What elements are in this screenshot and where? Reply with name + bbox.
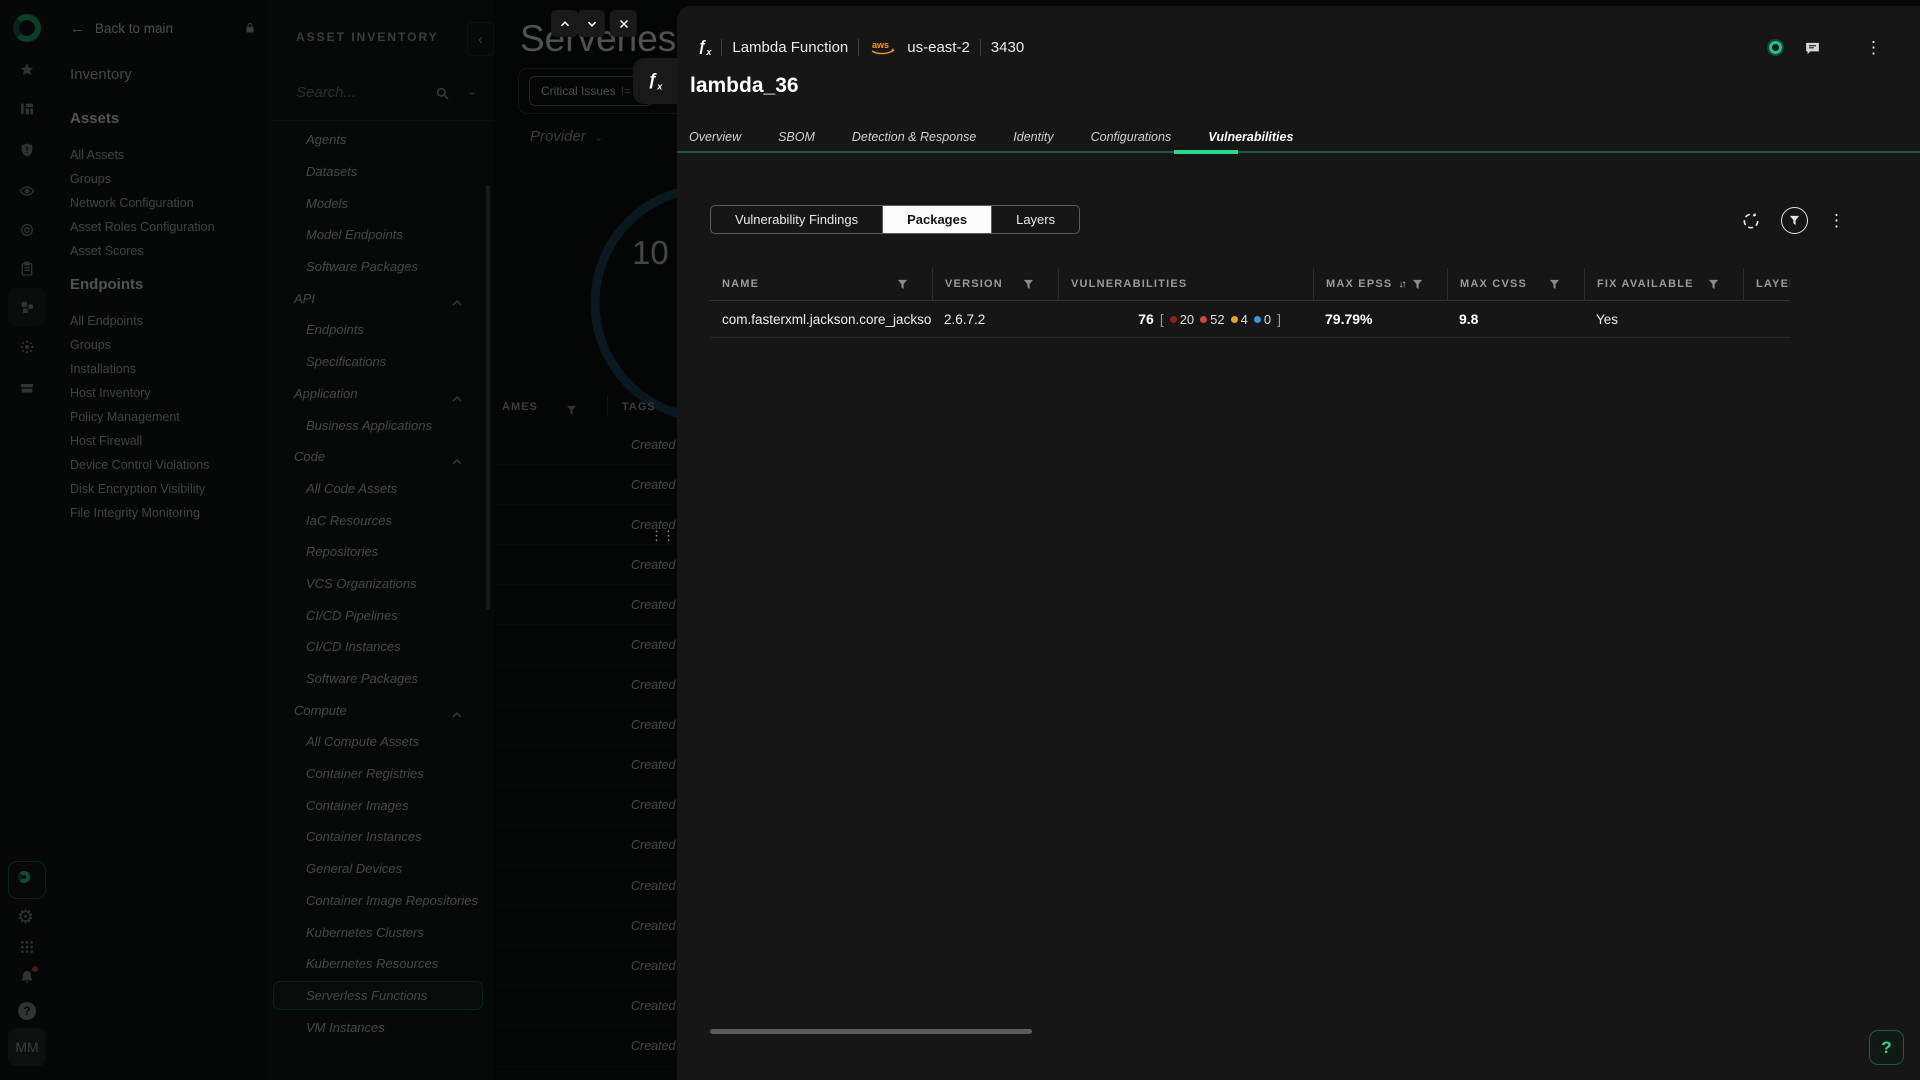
sort-icon[interactable]: ↓↑ [1398,279,1404,290]
aws-logo-icon: aws [869,39,897,56]
horizontal-scrollbar[interactable] [710,1029,1032,1034]
max-epss-cell: 79.79% [1313,301,1447,337]
asset-count: 3430 [991,39,1024,56]
severity-3: 0 [1254,312,1271,327]
filter-funnel-icon[interactable] [909,279,920,290]
vulnerabilities-cell: 76 [20 52 4 0] [1058,301,1313,337]
tabs-underline [677,151,1920,153]
severity-dot [1170,316,1177,323]
severity-count: 52 [1210,312,1224,327]
table-more-options-icon[interactable]: ⋮ [1828,212,1845,229]
subtab-layers[interactable]: Layers [991,206,1079,233]
column-label: NAME [722,278,759,290]
severity-count: 0 [1264,312,1271,327]
previous-asset-button[interactable] [551,10,578,37]
table-row[interactable]: com.fasterxml.jackson.core_jackson-datab… [710,301,1790,338]
more-options-icon[interactable]: ⋮ [1865,39,1882,56]
lambda-function-icon: ƒx [698,38,711,57]
column-label: VULNERABILITIES [1071,278,1187,290]
filter-funnel-icon[interactable] [1720,279,1731,290]
column-label: LAYERS [1756,278,1790,290]
bracket-close: ] [1277,311,1281,327]
divider [858,39,859,56]
filter-button[interactable] [1781,207,1808,234]
package-name-cell: com.fasterxml.jackson.core_jackson-datab… [710,301,932,337]
column-label: FIX AVAILABLE [1597,278,1694,290]
column-header-fix-available[interactable]: FIX AVAILABLE [1584,268,1743,300]
lambda-function-icon: ƒx [648,70,662,91]
drawer-resize-handle[interactable]: ⋮⋮ [650,528,674,544]
divider [980,39,981,56]
severity-1: 52 [1200,312,1224,327]
drawer-subtabs: Vulnerability FindingsPackagesLayers [710,205,1080,234]
refresh-icon[interactable] [1741,211,1761,231]
help-button[interactable]: ? [1869,1030,1904,1065]
drawer-header-actions: ⋮ [1769,34,1882,60]
orca-score-icon[interactable] [1769,41,1782,54]
divider [721,39,722,56]
column-header-vulnerabilities[interactable]: VULNERABILITIES [1058,268,1313,300]
column-label: MAX EPSS [1326,278,1392,290]
asset-detail-drawer: ƒx ƒx Lambda Function aws us-east-2 3430… [677,6,1920,1080]
asset-name-title: lambda_36 [690,74,799,98]
max-cvss-cell: 9.8 [1447,301,1584,337]
severity-dot [1231,316,1238,323]
filter-funnel-icon[interactable] [1424,279,1435,290]
drawer-breadcrumb: ƒx Lambda Function aws us-east-2 3430 [698,34,1024,60]
filter-funnel-icon[interactable] [1035,279,1046,290]
filter-funnel-icon[interactable] [1561,279,1572,290]
active-tab-indicator [1174,150,1238,154]
version-cell: 2.6.7.2 [932,301,1058,337]
severity-dot [1200,316,1207,323]
severity-dot [1254,316,1261,323]
severity-count: 4 [1241,312,1248,327]
column-header-version[interactable]: VERSION [932,268,1058,300]
packages-table: NAMEVERSIONVULNERABILITIESMAX EPSS↓↑MAX … [710,268,1790,338]
fix-available-cell: Yes [1584,301,1743,337]
column-header-layers[interactable]: LAYERS [1743,268,1790,300]
column-label: VERSION [945,278,1003,290]
close-drawer-button[interactable] [610,10,637,37]
comments-icon[interactable] [1804,40,1821,55]
table-actions: ⋮ [1741,207,1845,234]
subtab-packages[interactable]: Packages [882,206,991,233]
screen: ⚙ ? MM ←Back to main Inventory AssetsAll… [0,0,1920,1080]
column-header-name[interactable]: NAME [710,268,932,300]
asset-type-label: Lambda Function [732,39,848,56]
column-header-max-cvss[interactable]: MAX CVSS [1447,268,1584,300]
vuln-total: 76 [1138,311,1154,327]
bracket-open: [ [1160,311,1164,327]
region-label: us-east-2 [907,39,970,56]
svg-text:aws: aws [872,40,889,50]
subtab-vulnerability-findings[interactable]: Vulnerability Findings [711,206,882,233]
column-label: MAX CVSS [1460,278,1527,290]
next-asset-button[interactable] [578,10,605,37]
column-header-max-epss[interactable]: MAX EPSS ↓↑ [1313,268,1447,300]
severity-count: 20 [1180,312,1194,327]
severity-0: 20 [1170,312,1194,327]
severity-2: 4 [1231,312,1248,327]
lambda-tab-notch: ƒx [633,58,677,104]
table-header-row: NAMEVERSIONVULNERABILITIESMAX EPSS↓↑MAX … [710,268,1790,301]
